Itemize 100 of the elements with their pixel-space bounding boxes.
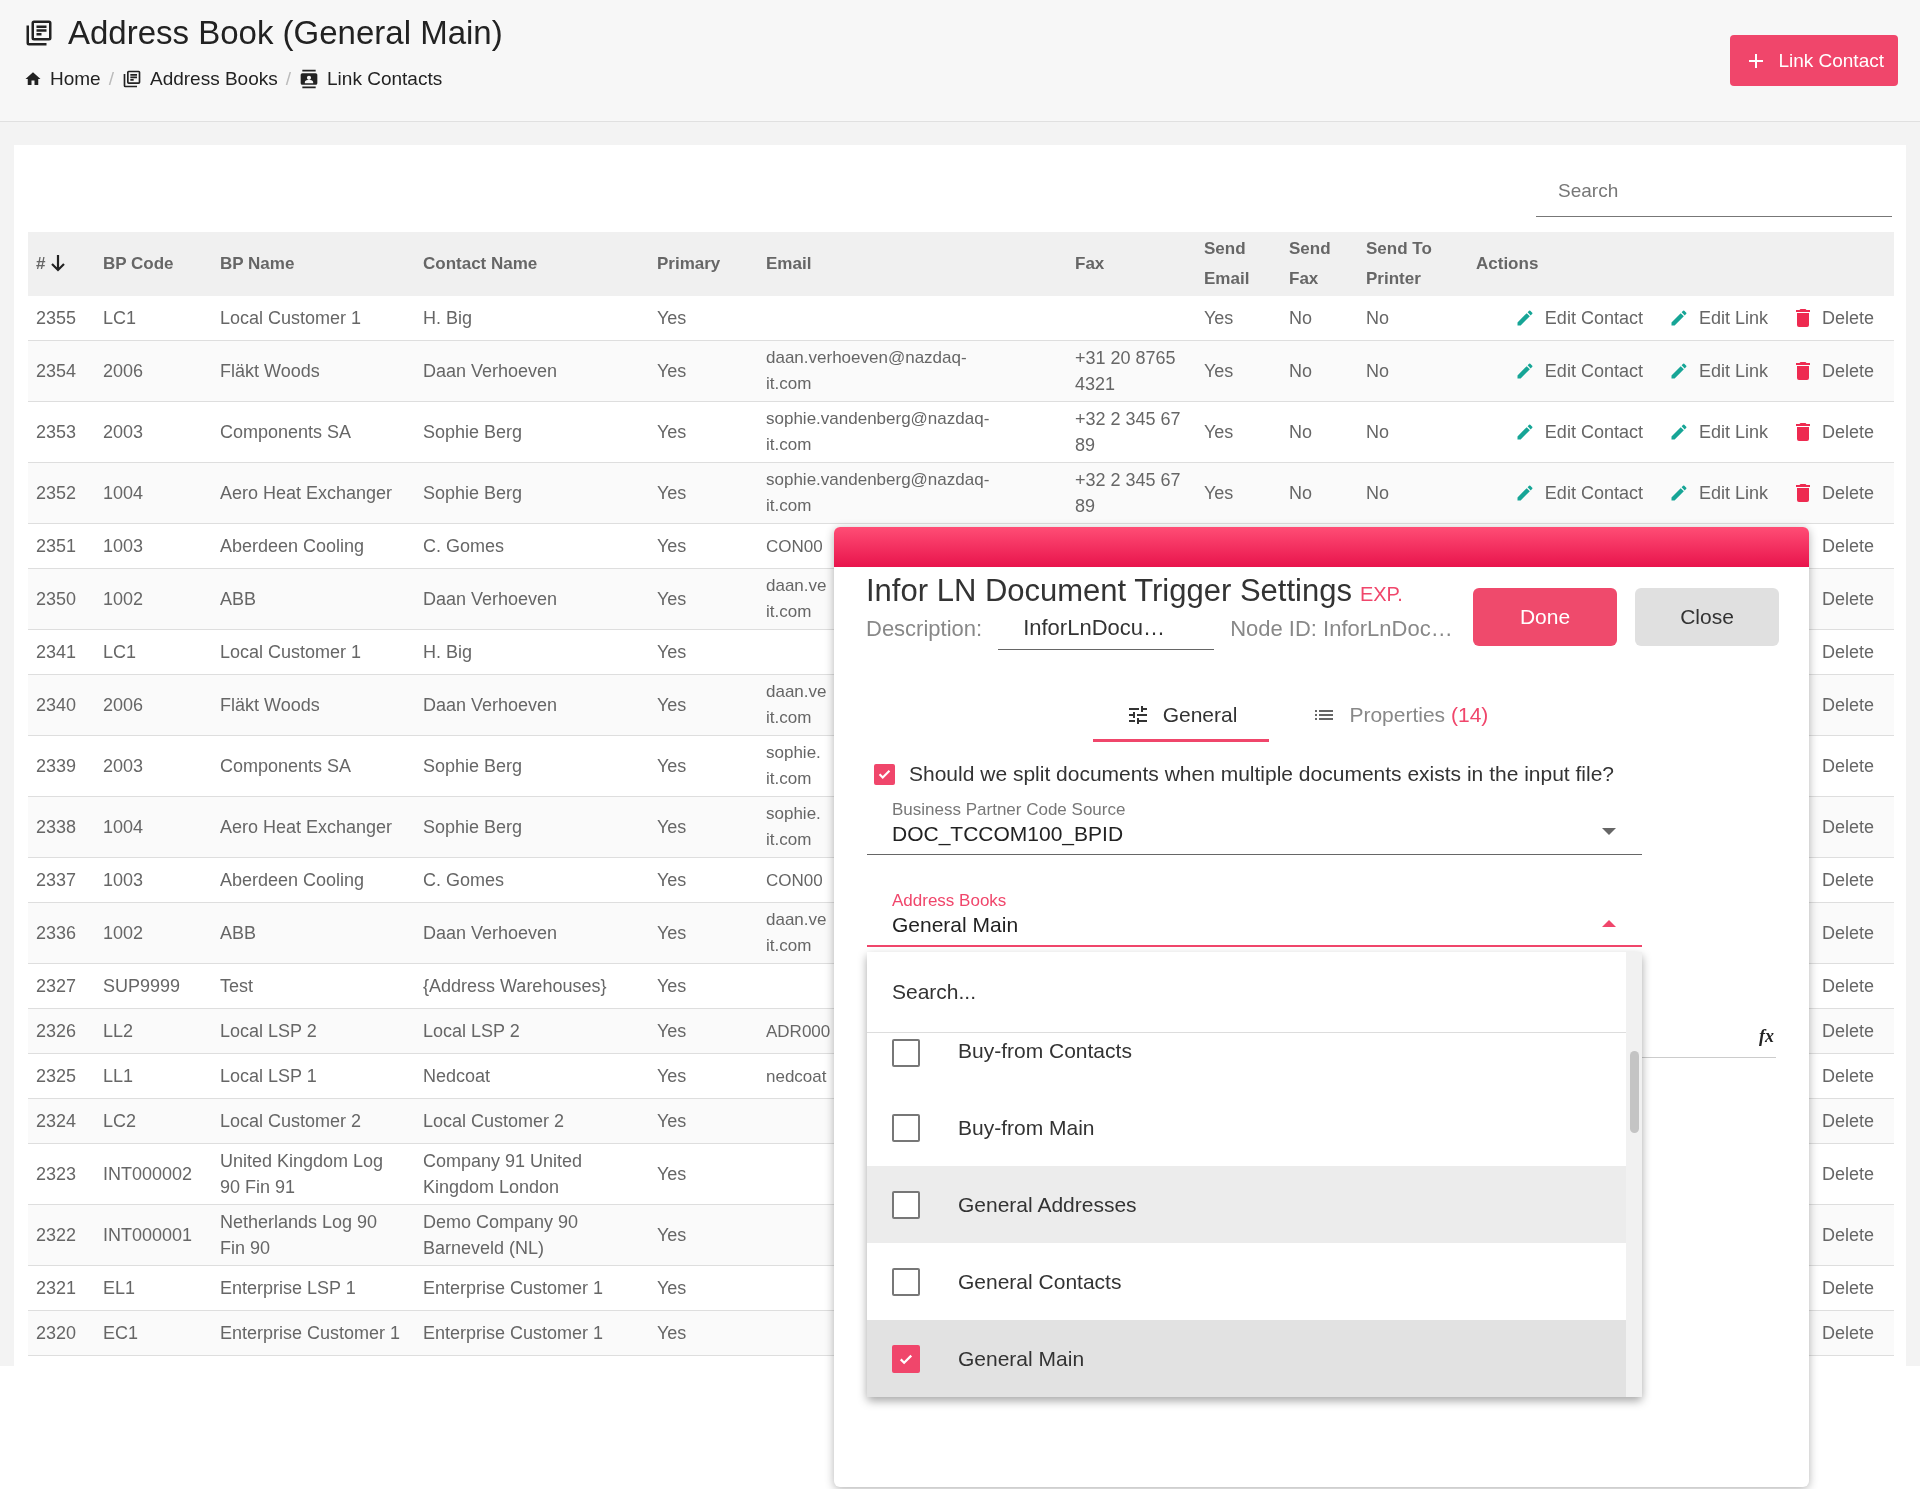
table-cell: 2003 [103, 422, 144, 442]
action-link[interactable]: Delete [1821, 867, 1874, 893]
select-field[interactable]: Address Books General Main [867, 891, 1642, 947]
select-field[interactable]: Business Partner Code Source DOC_TCCOM100_BPID [867, 800, 1642, 855]
column-header[interactable]: BP Code [95, 232, 212, 296]
breadcrumb-link[interactable]: Link Contacts [327, 68, 443, 90]
table-cell: ABB [220, 923, 257, 943]
action-link[interactable]: Delete [1793, 419, 1874, 445]
table-cell: 2351 [36, 536, 77, 556]
action-link[interactable]: Delete [1821, 1018, 1874, 1044]
table-cell: Local LSP 2 [423, 1021, 520, 1041]
table-cell: Sophie Berg [423, 483, 523, 503]
table-cell: Fläkt Woods [220, 695, 320, 715]
action-link[interactable]: Delete [1821, 1108, 1874, 1134]
table-cell: 2354 [36, 361, 77, 381]
action-link[interactable]: Delete [1821, 1222, 1874, 1248]
action-link[interactable]: Delete [1821, 973, 1874, 999]
table-cell: Local Customer 2 [423, 1111, 565, 1131]
action-link[interactable]: Edit Contact [1514, 358, 1643, 384]
dropdown-option[interactable]: General Main [867, 1320, 1626, 1397]
table-cell: EC1 [103, 1323, 138, 1343]
checkbox[interactable] [892, 1113, 920, 1142]
table-cell: 2352 [36, 483, 77, 503]
table-cell: 1002 [103, 589, 144, 609]
action-link[interactable]: Edit Link [1668, 480, 1768, 506]
column-header[interactable]: BP Name [212, 232, 415, 296]
trash-icon [1793, 483, 1812, 503]
table-cell: No [1366, 483, 1389, 503]
breadcrumb-link[interactable]: Address Books [149, 68, 278, 90]
action-link[interactable]: Delete [1821, 1063, 1874, 1089]
table-cell: 1003 [103, 536, 144, 556]
action-link[interactable]: Delete [1793, 480, 1874, 506]
column-header[interactable]: Send Fax [1281, 232, 1358, 296]
checkbox[interactable] [892, 1344, 920, 1373]
table-cell: 2350 [36, 589, 77, 609]
column-header[interactable]: Actions [1468, 232, 1894, 296]
action-link[interactable]: Delete [1821, 920, 1874, 946]
action-link[interactable]: Delete [1821, 1320, 1874, 1346]
breadcrumb-link[interactable]: Home [50, 68, 101, 90]
column-header[interactable]: Fax [1067, 232, 1196, 296]
exp-label: EXP. [1359, 583, 1403, 606]
tab[interactable]: General [1092, 690, 1270, 742]
table-cell: Fläkt Woods [220, 361, 320, 381]
table-cell: Yes [657, 870, 687, 890]
action-link[interactable]: Delete [1793, 358, 1874, 384]
table-cell: Yes [657, 923, 687, 943]
checkbox[interactable] [892, 1039, 920, 1067]
action-link[interactable]: Delete [1821, 1161, 1874, 1187]
table-cell: Test [220, 976, 253, 996]
action-link[interactable]: Edit Contact [1514, 419, 1643, 445]
action-link[interactable]: Delete [1821, 586, 1874, 612]
table-cell: 2006 [103, 695, 144, 715]
formula-button[interactable]: fx [1759, 1025, 1774, 1047]
table-cell: Sophie Berg [423, 817, 523, 837]
action-link[interactable]: Delete [1821, 753, 1874, 779]
table-cell: Yes [657, 817, 687, 837]
book-stack-icon [121, 69, 142, 89]
table-cell: 2355 [36, 308, 77, 328]
description-field[interactable]: InforLnDocu… [998, 615, 1215, 650]
column-header[interactable]: Send Email [1196, 232, 1281, 296]
scrollbar[interactable] [1626, 952, 1642, 1397]
action-link[interactable]: Edit Contact [1514, 480, 1643, 506]
table-cell: H. Big [423, 642, 473, 662]
column-header[interactable]: # [28, 232, 95, 296]
action-link[interactable]: Edit Link [1668, 305, 1768, 331]
action-link[interactable]: Edit Contact [1514, 305, 1643, 331]
checkbox[interactable] [892, 1190, 920, 1219]
action-link[interactable]: Edit Link [1668, 419, 1768, 445]
table-cell: LL1 [103, 1066, 134, 1086]
column-header[interactable]: Primary [649, 232, 758, 296]
table-cell: Yes [657, 1111, 687, 1131]
column-header[interactable]: Send To Printer [1358, 232, 1468, 296]
table-cell: United Kingdom Log 90 Fin 91 [220, 1151, 384, 1197]
done-button[interactable]: Done [1473, 588, 1617, 646]
column-header[interactable]: Contact Name [415, 232, 649, 296]
dropdown-option[interactable]: General Addresses [867, 1166, 1626, 1243]
trash-icon [1793, 422, 1812, 442]
link-contact-button[interactable]: Link Contact [1730, 35, 1898, 86]
action-link[interactable]: Delete [1821, 692, 1874, 718]
action-link[interactable]: Edit Link [1668, 358, 1768, 384]
checkbox[interactable] [892, 1267, 920, 1296]
action-link[interactable]: Delete [1821, 814, 1874, 840]
close-button[interactable]: Close [1635, 588, 1779, 646]
dropdown-search-field[interactable]: Search... [867, 952, 1626, 1033]
table-cell: 2327 [36, 976, 77, 996]
action-link[interactable]: Delete [1821, 639, 1874, 665]
node-id-text: Node ID: InforLnDoc… [1230, 616, 1453, 643]
tab[interactable]: Properties (14) [1279, 690, 1521, 742]
table-cell: +32 2 345 67 89 [1075, 409, 1181, 455]
column-header[interactable]: Email [758, 232, 1067, 296]
checkbox[interactable] [874, 763, 895, 785]
table-cell: 2336 [36, 923, 77, 943]
action-link[interactable]: Delete [1793, 305, 1874, 331]
table-cell: Yes [657, 1225, 687, 1245]
table-cell: 2006 [103, 361, 144, 381]
action-link[interactable]: Delete [1821, 1275, 1874, 1301]
action-link[interactable]: Delete [1821, 533, 1874, 559]
table-cell: Nedcoat [423, 1066, 491, 1086]
table-cell: No [1366, 361, 1389, 381]
email-cell-text: daan.ve it.com [766, 681, 827, 729]
